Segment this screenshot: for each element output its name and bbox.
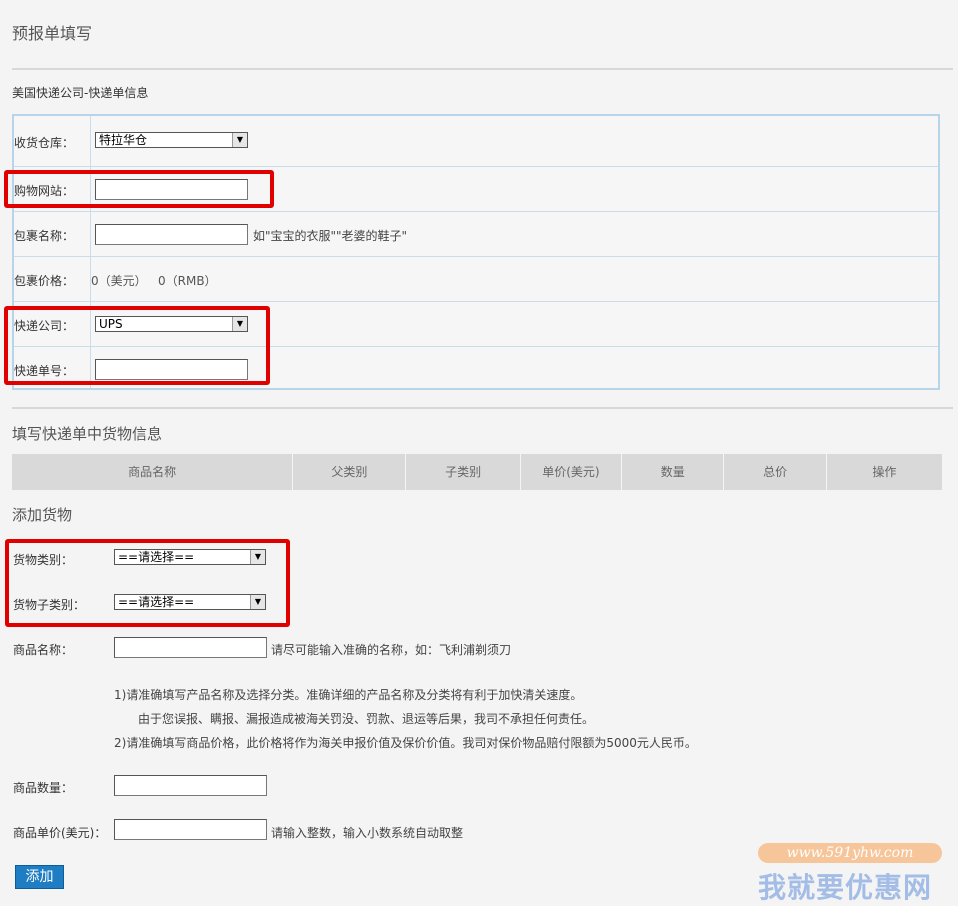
product-name-input[interactable] — [114, 637, 267, 658]
col-header: 总价 — [724, 454, 827, 490]
col-header: 数量 — [622, 454, 725, 490]
package-name-hint: 如"宝宝的衣服""老婆的鞋子" — [253, 229, 408, 243]
unit-price-label: 商品单价(美元)： — [13, 826, 107, 840]
unit-price-hint: 请输入整数，输入小数系统自动取整 — [271, 826, 464, 840]
product-name-label: 商品名称： — [13, 643, 74, 657]
package-price-label: 包裹价格： — [14, 274, 75, 288]
chevron-down-icon: ▼ — [232, 133, 247, 147]
note-line: 1)请准确填写产品名称及选择分类。准确详细的产品名称及分类将有利于加快清关速度。 — [114, 688, 583, 702]
quantity-label: 商品数量： — [13, 781, 74, 795]
highlight-box — [4, 170, 274, 208]
add-button[interactable]: 添加 — [15, 865, 64, 889]
highlight-box — [4, 306, 270, 385]
col-header: 父类别 — [293, 454, 407, 490]
quantity-input[interactable] — [114, 775, 267, 796]
express-section-title: 美国快递公司-快递单信息 — [12, 86, 149, 100]
warehouse-selected: 特拉华仓 — [99, 133, 148, 147]
highlight-box — [5, 539, 290, 627]
divider — [12, 68, 953, 70]
col-header: 商品名称 — [12, 454, 294, 490]
note-line: 由于您误报、瞒报、漏报造成被海关罚没、罚款、退运等后果，我司不承担任何责任。 — [138, 712, 595, 726]
page-title: 预报单填写 — [12, 24, 93, 43]
package-price-row: 包裹价格： 0（美元） 0（RMB） — [14, 257, 938, 302]
goods-section-title: 填写快递单中货物信息 — [12, 425, 163, 443]
watermark-url: www.591yhw.com — [758, 843, 942, 863]
package-price-rmb: 0（RMB） — [158, 274, 217, 288]
warehouse-select[interactable]: 特拉华仓 ▼ — [95, 132, 248, 148]
package-price-usd: 0（美元） — [91, 274, 147, 288]
package-name-label: 包裹名称： — [14, 229, 75, 243]
product-name-hint: 请尽可能输入准确的名称，如：飞利浦剃须刀 — [271, 643, 512, 657]
col-header: 子类别 — [406, 454, 521, 490]
col-header: 单价(美元) — [521, 454, 623, 490]
note-line: 2)请准确填写商品价格，此价格将作为海关申报价值及保价价值。我司对保价物品赔付限… — [114, 736, 697, 750]
goods-table-header: 商品名称 父类别 子类别 单价(美元) 数量 总价 操作 — [12, 454, 942, 490]
add-goods-title: 添加货物 — [12, 506, 73, 524]
unit-price-input[interactable] — [114, 819, 267, 840]
package-name-input[interactable] — [95, 224, 248, 245]
col-header: 操作 — [872, 465, 897, 479]
divider — [12, 407, 953, 409]
warehouse-label: 收货仓库： — [14, 136, 75, 150]
package-name-row: 包裹名称： 如"宝宝的衣服""老婆的鞋子" — [14, 212, 938, 257]
warehouse-row: 收货仓库： 特拉华仓 ▼ — [14, 116, 938, 167]
watermark-logo: 我就要优惠网 — [758, 871, 933, 904]
